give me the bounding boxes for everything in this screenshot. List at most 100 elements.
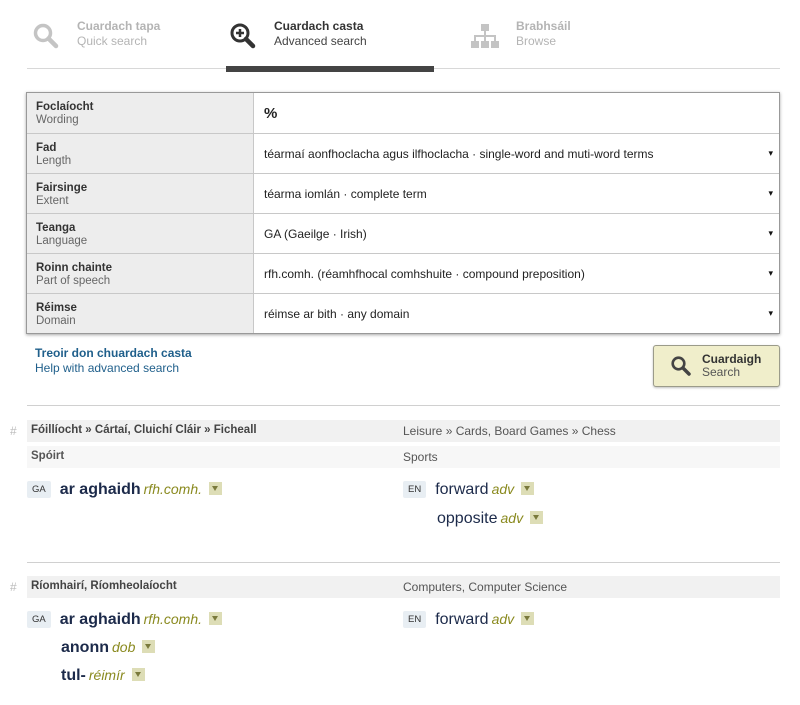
select-value: téarmaí aonfhoclacha agus ilfhoclacha · … [264, 146, 654, 161]
divider [27, 562, 780, 563]
label-en: Language [36, 235, 88, 247]
part-of-speech: adv [491, 481, 515, 497]
language-select[interactable]: GA (Gaeilge · Irish) ▾ [254, 214, 779, 253]
tab-advanced-search[interactable]: Cuardach casta Advanced search [226, 0, 434, 69]
tab-label-en: Browse [516, 34, 557, 48]
dropdown-arrow-icon: ▾ [768, 228, 773, 238]
en-term: opposite adv [437, 510, 544, 528]
help-link-en[interactable]: Help with advanced search [35, 361, 192, 376]
result-domain-bar: Ríomhairí, Ríomheolaíocht Computers, Com… [27, 576, 780, 598]
help-link[interactable]: Treoir don chuardach casta Help with adv… [35, 346, 192, 376]
result-subdomain-bar: Spóirt Sports [27, 446, 780, 468]
wording-input[interactable]: % [254, 93, 779, 133]
field-label: Fad Length [27, 134, 254, 173]
field-label: Réimse Domain [27, 294, 254, 333]
form-row-length: Fad Length téarmaí aonfhoclacha agus ilf… [27, 133, 779, 173]
term-word[interactable]: forward [435, 481, 488, 499]
ga-term: GA ar aghaidh rfh.comh. [27, 611, 222, 630]
label-en: Wording [36, 114, 79, 126]
label-ga: Fad [36, 142, 57, 154]
expand-arrow-icon[interactable] [142, 640, 156, 653]
tab-browse[interactable]: Brabhsáil Browse [468, 0, 648, 69]
part-of-speech: rfh.comh. [143, 611, 202, 627]
subdomain-ga[interactable]: Spóirt [31, 450, 64, 462]
zoom-in-search-icon [226, 19, 260, 53]
tab-label-ga: Brabhsáil [516, 19, 571, 33]
language-badge: GA [27, 481, 51, 498]
form-row-language: Teanga Language GA (Gaeilge · Irish) ▾ [27, 213, 779, 253]
part-of-speech: réimír [88, 667, 125, 683]
expand-arrow-icon[interactable] [530, 511, 544, 524]
language-badge: EN [403, 481, 427, 498]
form-row-wording: Foclaíocht Wording % [27, 93, 779, 133]
search-icon [670, 355, 692, 377]
term-word[interactable]: ar aghaidh [60, 481, 141, 499]
search-button-label-en: Search [702, 365, 741, 379]
label-ga: Réimse [36, 302, 77, 314]
part-of-speech: adv [500, 510, 524, 526]
term-word[interactable]: forward [435, 611, 488, 629]
en-term: EN forward adv [403, 481, 535, 500]
language-badge: EN [403, 611, 427, 628]
part-of-speech: dob [112, 639, 136, 655]
term-word[interactable]: opposite [437, 510, 498, 528]
form-row-domain: Réimse Domain réimse ar bith · any domai… [27, 293, 779, 333]
divider [27, 405, 780, 406]
expand-arrow-icon[interactable] [131, 668, 145, 681]
dropdown-arrow-icon: ▾ [768, 308, 773, 318]
extent-select[interactable]: téarma iomlán · complete term ▾ [254, 174, 779, 213]
label-ga: Fairsinge [36, 182, 88, 194]
part-of-speech: rfh.comh. [143, 481, 202, 497]
term-word[interactable]: tul- [61, 667, 86, 685]
term-word[interactable]: ar aghaidh [60, 611, 141, 629]
label-en: Extent [36, 195, 69, 207]
expand-arrow-icon[interactable] [209, 612, 222, 625]
ga-term: GA ar aghaidh rfh.comh. [27, 481, 222, 500]
dropdown-arrow-icon: ▾ [768, 188, 773, 198]
select-value: rfh.comh. (réamhfhocal comhshuite · comp… [264, 266, 585, 281]
expand-arrow-icon[interactable] [521, 612, 535, 625]
part-of-speech-select[interactable]: rfh.comh. (réamhfhocal comhshuite · comp… [254, 254, 779, 293]
select-value: réimse ar bith · any domain [264, 306, 410, 321]
result-permalink[interactable]: # [10, 580, 17, 594]
label-en: Domain [36, 315, 76, 327]
select-value: téarma iomlán · complete term [264, 186, 427, 201]
label-ga: Roinn chainte [36, 262, 113, 274]
expand-arrow-icon[interactable] [209, 482, 222, 495]
ga-term: anonn dob [61, 639, 156, 657]
tab-quick-search[interactable]: Cuardach tapa Quick search [29, 0, 219, 69]
select-value: GA (Gaeilge · Irish) [264, 226, 367, 241]
help-link-ga[interactable]: Treoir don chuardach casta [35, 346, 192, 361]
label-en: Length [36, 155, 72, 167]
advanced-search-form: Foclaíocht Wording % Fad Length téarmaí … [26, 92, 780, 334]
ga-term: tul- réimír [61, 667, 145, 685]
subdomain-en[interactable]: Sports [403, 450, 438, 464]
field-label: Teanga Language [27, 214, 254, 253]
form-row-extent: Fairsinge Extent téarma iomlán · complet… [27, 173, 779, 213]
result-domain-bar: Fóillíocht » Cártaí, Cluichí Cláir » Fic… [27, 420, 780, 442]
active-tab-indicator [226, 66, 434, 72]
domain-ga[interactable]: Ríomhairí, Ríomheolaíocht [31, 580, 177, 592]
search-button[interactable]: Cuardaigh Search [653, 345, 780, 387]
domain-en[interactable]: Leisure » Cards, Board Games » Chess [403, 424, 616, 438]
result-permalink[interactable]: # [10, 424, 17, 438]
expand-arrow-icon[interactable] [521, 482, 535, 495]
field-label: Roinn chainte Part of speech [27, 254, 254, 293]
label-en: Part of speech [36, 275, 111, 287]
sitemap-icon [468, 19, 502, 53]
domain-select[interactable]: réimse ar bith · any domain ▾ [254, 294, 779, 333]
term-word[interactable]: anonn [61, 639, 109, 657]
domain-ga[interactable]: Fóillíocht » Cártaí, Cluichí Cláir » Fic… [31, 424, 257, 436]
label-ga: Teanga [36, 222, 76, 234]
form-row-part-of-speech: Roinn chainte Part of speech rfh.comh. (… [27, 253, 779, 293]
search-icon [29, 19, 63, 53]
search-mode-tabs: Cuardach tapa Quick search Cuardach cast… [27, 0, 780, 72]
tab-label-en: Quick search [77, 34, 148, 48]
language-badge: GA [27, 611, 51, 628]
tab-label-en: Advanced search [274, 34, 367, 48]
length-select[interactable]: téarmaí aonfhoclacha agus ilfhoclacha · … [254, 134, 779, 173]
part-of-speech: adv [491, 611, 515, 627]
field-label: Foclaíocht Wording [27, 93, 254, 133]
domain-en[interactable]: Computers, Computer Science [403, 580, 567, 594]
tab-label-ga: Cuardach casta [274, 19, 364, 33]
